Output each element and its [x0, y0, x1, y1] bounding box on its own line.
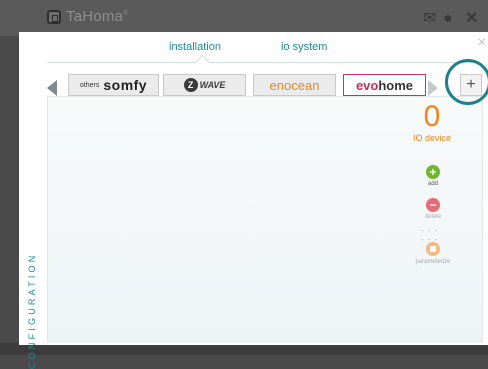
somfy-prefix: others — [79, 81, 100, 89]
active-tab-indicator — [194, 54, 211, 71]
home-icon[interactable] — [47, 10, 61, 24]
somfy-logo-text: somfy — [103, 77, 148, 93]
brand-tab-zwave[interactable]: Z WAVE — [163, 74, 246, 96]
zwave-logo-text: WAVE — [199, 80, 226, 90]
app-title: TaHoma® — [66, 8, 128, 25]
highlight-ring — [445, 59, 488, 105]
tab-underline — [47, 62, 477, 63]
brand-tab-evohome[interactable]: evo home — [343, 74, 426, 96]
zwave-logo-icon: Z — [183, 78, 198, 92]
close-icon[interactable]: ✕ — [465, 11, 478, 27]
brand-tab-enocean[interactable]: enocean — [253, 74, 336, 96]
evohome-logo-evo: evo — [355, 77, 379, 93]
chevron-right-icon[interactable] — [428, 80, 438, 96]
chevron-left-icon[interactable] — [47, 80, 57, 96]
mail-icon[interactable]: ✉ — [423, 11, 436, 27]
app-header: TaHoma® ✉ ● ✕ — [0, 0, 488, 36]
configuration-modal: installation io system × others somfy Z … — [19, 32, 488, 345]
evohome-logo-home: home — [378, 77, 414, 93]
user-icon[interactable]: ● — [443, 11, 453, 27]
app-title-text: TaHoma — [66, 8, 124, 25]
tab-io-system[interactable]: io system — [281, 41, 327, 53]
close-modal-icon[interactable]: × — [477, 34, 486, 52]
app-title-mark: ® — [123, 10, 129, 17]
brand-tab-somfy[interactable]: others somfy — [68, 74, 159, 96]
enocean-logo-text: enocean — [269, 77, 320, 93]
tab-installation[interactable]: installation — [169, 41, 221, 53]
